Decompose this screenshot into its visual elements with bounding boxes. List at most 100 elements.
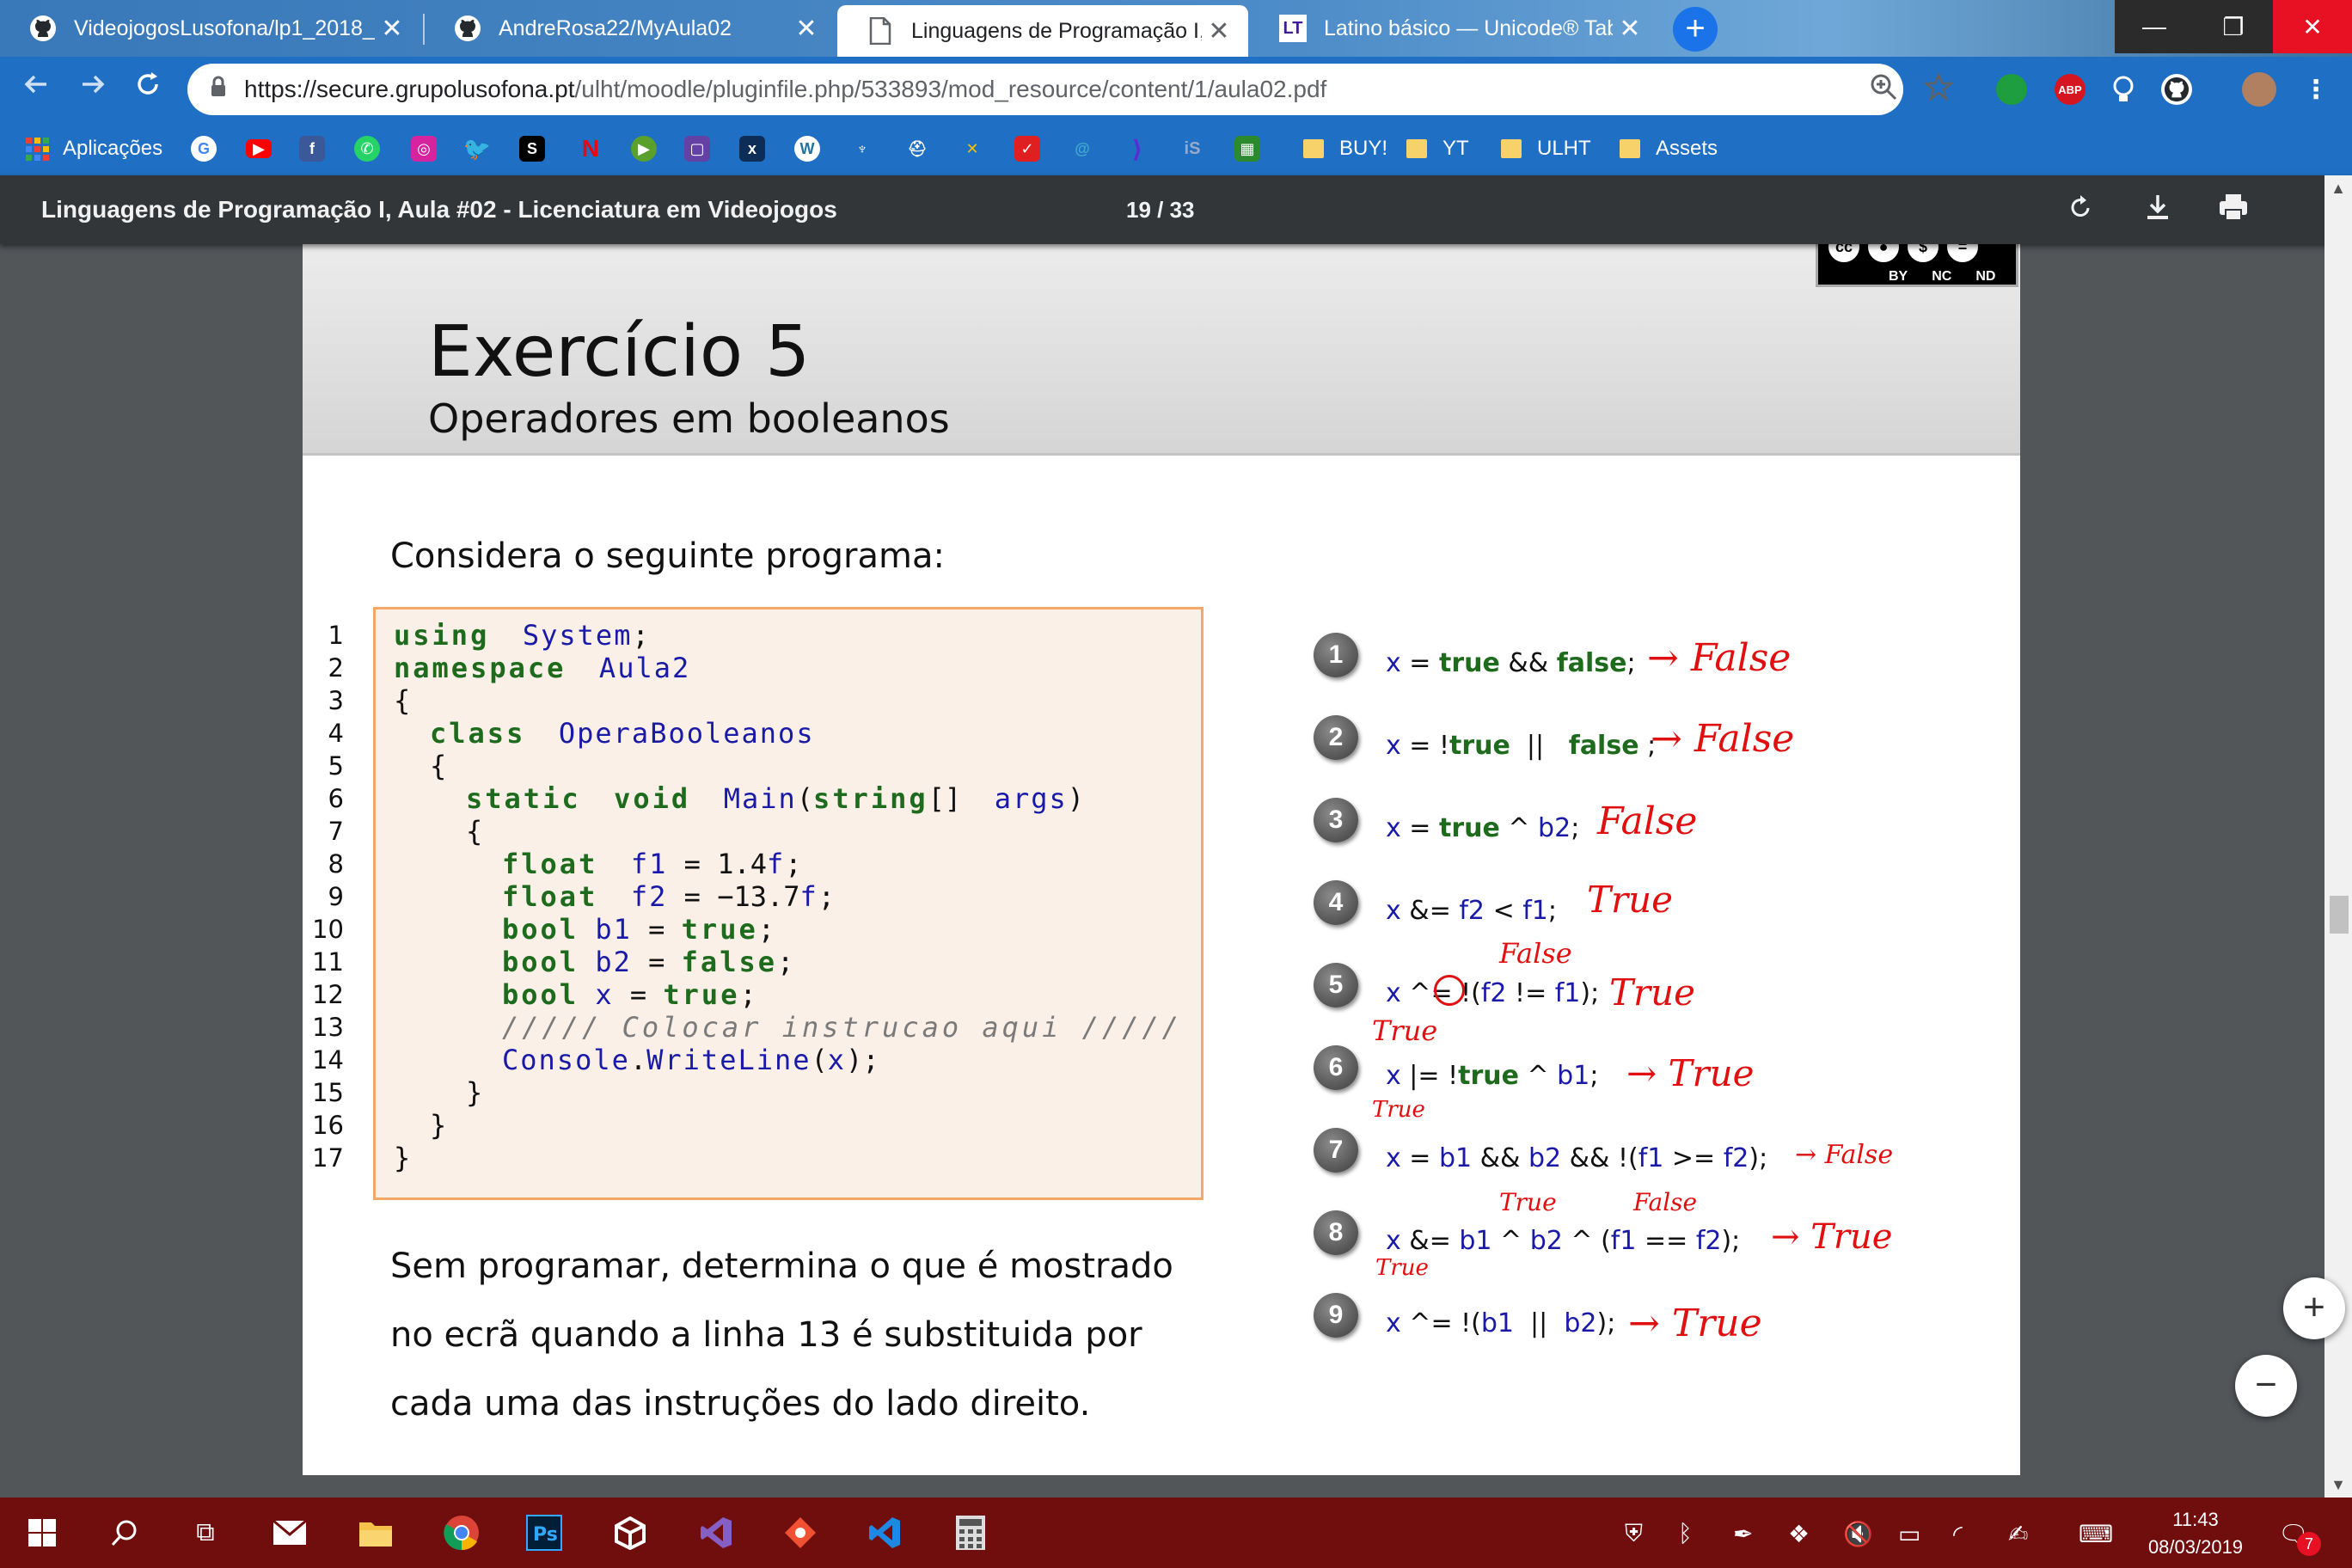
bookmark-site-13[interactable]: ⛑ [904, 122, 930, 175]
system-clock[interactable]: 11:43 08/03/2019 [2135, 1506, 2256, 1561]
profile-avatar[interactable] [2242, 72, 2276, 107]
expression-variable: b1 [1438, 1143, 1473, 1173]
bookmark-apps[interactable]: Aplicações [26, 122, 162, 175]
zoom-icon[interactable] [1869, 72, 1898, 108]
handwritten-note: → True [1771, 1217, 1893, 1257]
defender-shield-icon[interactable]: ⛨ [1625, 1520, 1643, 1548]
bookmark-site-12[interactable]: ♆ [849, 122, 875, 175]
zoom-out-button[interactable]: − [2235, 1355, 2297, 1417]
expression-operator: |= ! [1400, 1061, 1459, 1091]
bookmark-netflix[interactable]: N [578, 122, 603, 175]
folder-icon [1406, 139, 1427, 158]
lightbulb-icon[interactable] [2108, 74, 2139, 105]
bookmark-star-icon[interactable] [1922, 71, 1955, 108]
battery-icon[interactable]: ▭ [1898, 1520, 1920, 1548]
tab-close-icon[interactable]: ✕ [1202, 16, 1236, 46]
tab-lp1-repo[interactable]: VideojogosLusofona/lp1_2018_a ✕ [0, 0, 421, 57]
chrome-icon[interactable] [440, 1511, 483, 1554]
print-icon[interactable] [2216, 193, 2251, 227]
menu-kebab-icon[interactable]: ⋮ [2300, 74, 2331, 105]
bookmark-site-7[interactable]: S [519, 122, 545, 175]
line-number: 16 [312, 1111, 344, 1140]
tab-aula02-pdf[interactable]: Linguagens de Programação I, A ✕ [837, 5, 1248, 57]
person-icon: ● [1865, 241, 1902, 266]
unity-icon[interactable] [609, 1511, 652, 1554]
calculator-icon[interactable] [949, 1511, 992, 1554]
dropbox-icon[interactable]: ❖ [1788, 1520, 1810, 1548]
new-tab-button[interactable]: + [1673, 7, 1718, 52]
bookmark-site-17[interactable]: ⟩ [1124, 122, 1150, 175]
keyboard-icon[interactable]: ⌨ [2079, 1520, 2113, 1548]
handwritten-note: True [1372, 1097, 1425, 1123]
handwritten-note: → True [1628, 1302, 1762, 1345]
expression-literal: false [1568, 731, 1639, 761]
bookmark-site-16[interactable]: @ [1069, 122, 1095, 175]
vscode-icon[interactable] [863, 1511, 906, 1554]
tab-unicode-table[interactable]: LT Latino básico — Unicode® Tabel ✕ [1250, 0, 1659, 57]
bookmark-folder-yt[interactable]: YT [1406, 122, 1469, 175]
adblock-icon[interactable]: ABP [2055, 74, 2086, 105]
instruction-text: Sem programar, determina o que é mostrad… [390, 1246, 1173, 1286]
windows-start-icon[interactable] [21, 1511, 64, 1554]
minimize-button[interactable]: — [2115, 0, 2194, 53]
exercise-expression: x = true ^ b2; [1386, 813, 1579, 843]
back-button[interactable] [15, 69, 57, 110]
expression-operator: && [1472, 1143, 1528, 1173]
tab-close-icon[interactable]: ✕ [375, 14, 409, 44]
bookmark-whatsapp[interactable]: ✆ [354, 122, 380, 175]
bookmark-site-15[interactable]: ✓ [1014, 122, 1040, 175]
task-view-icon[interactable]: ⧉ [184, 1511, 227, 1554]
address-bar[interactable]: https://secure.grupolusofona.pt/ulht/moo… [187, 64, 1903, 115]
pen-app-icon[interactable]: ✒ [1733, 1520, 1753, 1548]
bookmark-folder-buy[interactable]: BUY! [1303, 122, 1387, 175]
wifi-icon[interactable]: ◜ [1953, 1520, 1963, 1548]
bookmark-folder-ulht[interactable]: ULHT [1501, 122, 1591, 175]
scroll-up-arrow-icon[interactable]: ▲ [2324, 175, 2352, 201]
search-icon[interactable] [103, 1511, 146, 1554]
bookmark-instagram[interactable]: ◎ [411, 122, 437, 175]
restore-button[interactable]: ❐ [2194, 0, 2273, 53]
close-window-button[interactable]: ✕ [2273, 0, 2352, 53]
tab-close-icon[interactable]: ✕ [789, 14, 824, 44]
extension-green-icon[interactable] [1996, 74, 2027, 105]
url-path: /ulht/moodle/pluginfile.php/533893/mod_r… [574, 76, 1327, 102]
visual-studio-icon[interactable] [695, 1511, 738, 1554]
bookmark-site-18[interactable]: iS [1179, 122, 1205, 175]
bookmark-wordpress[interactable]: W [794, 122, 820, 175]
file-explorer-icon[interactable] [354, 1511, 397, 1554]
bookmark-google[interactable]: G [191, 122, 217, 175]
scroll-thumb[interactable] [2330, 896, 2349, 934]
no-dollar-icon: $ [1904, 241, 1942, 266]
mail-icon[interactable] [268, 1511, 311, 1554]
exercise-number-badge: 8 [1314, 1210, 1358, 1255]
volume-muted-icon[interactable]: 🔇 [1843, 1520, 1873, 1548]
tab-myaula02-repo[interactable]: AndreRosa22/MyAula02 ✕ [425, 0, 836, 57]
forward-button[interactable] [72, 69, 113, 110]
instruction-text: no ecrã quando a linha 13 é substituida … [390, 1315, 1142, 1355]
bookmark-site-x[interactable]: x [739, 122, 765, 175]
github-extension-icon[interactable] [2161, 74, 2192, 105]
pen-workspace-icon[interactable]: ✍ [2008, 1520, 2028, 1548]
bookmark-site-14[interactable]: ✕ [959, 122, 985, 175]
reload-button[interactable] [127, 69, 168, 110]
bookmark-youtube[interactable]: ▶ [246, 122, 272, 175]
download-icon[interactable] [2141, 193, 2175, 227]
rotate-icon[interactable] [2063, 193, 2098, 227]
bookmark-play[interactable]: ▶ [631, 122, 657, 175]
scroll-down-arrow-icon[interactable]: ▼ [2324, 1472, 2352, 1498]
tab-close-icon[interactable]: ✕ [1613, 14, 1647, 44]
line-number: 5 [328, 751, 344, 781]
grid-icon: ▦ [1234, 136, 1260, 162]
bookmark-label: Assets [1656, 137, 1718, 160]
bookmark-folder-assets[interactable]: Assets [1620, 122, 1718, 175]
bookmark-twitch[interactable]: ▢ [684, 122, 710, 175]
pdf-page-indicator[interactable]: 19 / 33 [1126, 175, 1195, 244]
expression-variable: b1 [1459, 1226, 1492, 1256]
bookmark-facebook[interactable]: f [299, 122, 325, 175]
bookmark-site-19[interactable]: ▦ [1234, 122, 1260, 175]
photoshop-icon[interactable]: Ps [523, 1511, 566, 1554]
gitkraken-icon[interactable] [779, 1511, 822, 1554]
bookmark-twitter[interactable]: 🐦 [463, 122, 491, 175]
bluetooth-icon[interactable]: ᛒ [1678, 1520, 1693, 1547]
zoom-in-button[interactable]: + [2283, 1277, 2345, 1339]
